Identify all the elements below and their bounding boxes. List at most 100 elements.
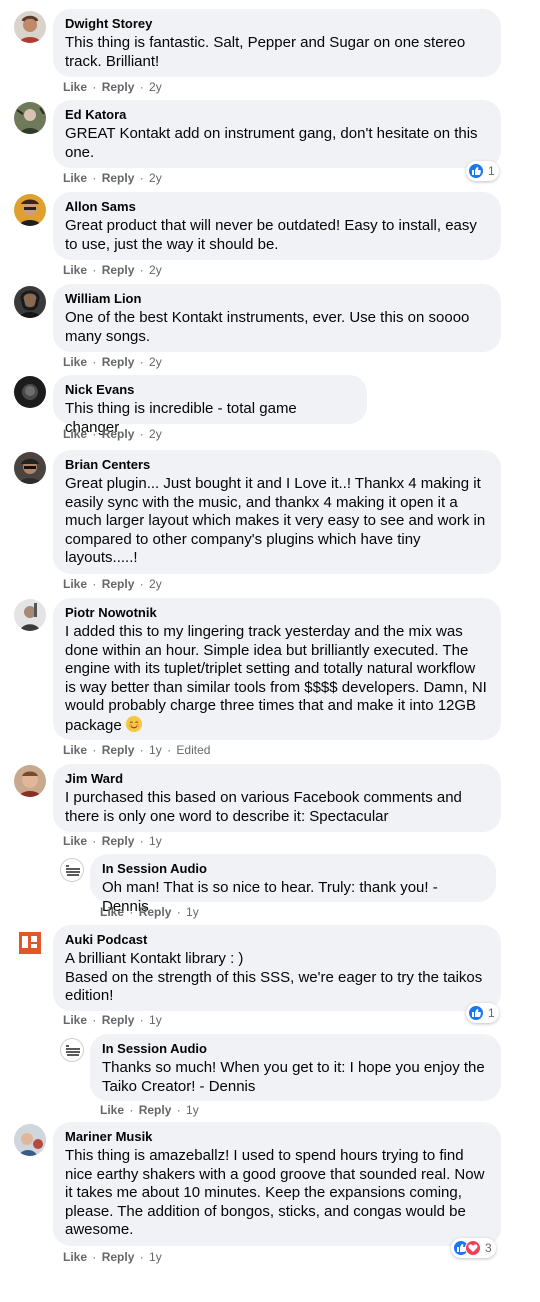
comment-bubble: Auki Podcast A brilliant Kontakt library… xyxy=(53,925,501,1011)
commenter-name[interactable]: Jim Ward xyxy=(65,771,489,787)
timestamp[interactable]: 2y xyxy=(149,355,162,369)
timestamp[interactable]: 1y xyxy=(149,1013,162,1027)
like-link[interactable]: Like xyxy=(63,171,87,185)
comment-actions: Like · Reply · 2y xyxy=(63,577,162,591)
like-link[interactable]: Like xyxy=(63,577,87,591)
commenter-name[interactable]: William Lion xyxy=(65,291,489,307)
reaction-number: 1 xyxy=(488,164,495,178)
avatar[interactable] xyxy=(14,286,46,318)
comment-actions: Like · Reply · 1y · Edited xyxy=(63,743,211,757)
commenter-name[interactable]: In Session Audio xyxy=(102,1041,489,1057)
avatar[interactable] xyxy=(14,376,46,408)
like-link[interactable]: Like xyxy=(100,905,124,919)
comment-bubble: Nick Evans This thing is incredible - to… xyxy=(53,375,367,436)
comment-bubble: William Lion One of the best Kontakt ins… xyxy=(53,284,501,352)
timestamp[interactable]: 2y xyxy=(149,80,162,94)
reply-actions: Like · Reply · 1y xyxy=(100,905,199,919)
commenter-name[interactable]: Piotr Nowotnik xyxy=(65,605,489,621)
comment-actions: Like · Reply · 1y xyxy=(63,834,162,848)
timestamp[interactable]: 2y xyxy=(149,577,162,591)
comment-text: This thing is fantastic. Salt, Pepper an… xyxy=(65,34,466,70)
comment-actions: Like · Reply · 2y xyxy=(63,171,162,185)
avatar[interactable] xyxy=(14,102,46,134)
avatar[interactable] xyxy=(14,11,46,43)
avatar[interactable] xyxy=(14,1124,46,1156)
timestamp[interactable]: 2y xyxy=(149,263,162,277)
reaction-number: 3 xyxy=(485,1241,492,1255)
heart-icon xyxy=(465,1240,481,1256)
comment-text: Great product that will never be outdate… xyxy=(65,217,477,253)
blushing-smile-emoji xyxy=(125,715,142,732)
comment-text-wrap: I added this to my lingering track yeste… xyxy=(65,623,489,735)
avatar[interactable] xyxy=(14,452,46,484)
reply-bubble: In Session Audio Thanks so much! When yo… xyxy=(90,1034,501,1101)
like-link[interactable]: Like xyxy=(100,1103,124,1117)
reply-link[interactable]: Reply xyxy=(102,80,135,94)
like-link[interactable]: Like xyxy=(63,834,87,848)
reaction-count[interactable]: 1 xyxy=(466,1003,499,1023)
comment-actions: Like · Reply · 1y xyxy=(63,1250,162,1264)
commenter-name[interactable]: Dwight Storey xyxy=(65,16,489,32)
timestamp[interactable]: 1y xyxy=(149,743,162,757)
comment-text: One of the best Kontakt instruments, eve… xyxy=(65,309,470,345)
avatar[interactable] xyxy=(14,765,46,797)
commenter-name[interactable]: Brian Centers xyxy=(65,457,489,473)
comment-bubble: Piotr Nowotnik I added this to my linger… xyxy=(53,598,501,740)
comment-bubble: Mariner Musik This thing is amazeballz! … xyxy=(53,1122,501,1246)
timestamp[interactable]: 1y xyxy=(149,1250,162,1264)
commenter-name[interactable]: In Session Audio xyxy=(102,861,484,877)
edited-label[interactable]: Edited xyxy=(176,743,210,757)
reply-link[interactable]: Reply xyxy=(102,834,135,848)
reply-link[interactable]: Reply xyxy=(102,427,135,441)
timestamp[interactable]: 1y xyxy=(186,1103,199,1117)
comment-actions: Like · Reply · 2y xyxy=(63,80,162,94)
comment-bubble: Ed Katora GREAT Kontakt add on instrumen… xyxy=(53,100,501,168)
comment-text: This thing is amazeballz! I used to spen… xyxy=(65,1147,485,1238)
like-link[interactable]: Like xyxy=(63,427,87,441)
reply-link[interactable]: Reply xyxy=(102,577,135,591)
comment-actions: Like · Reply · 2y xyxy=(63,263,162,277)
timestamp[interactable]: 2y xyxy=(149,427,162,441)
reaction-number: 1 xyxy=(488,1006,495,1020)
comment-actions: Like · Reply · 1y xyxy=(63,1013,162,1027)
commenter-name[interactable]: Allon Sams xyxy=(65,199,489,215)
reaction-count[interactable]: 1 xyxy=(466,161,499,181)
reaction-count[interactable]: 3 xyxy=(451,1238,496,1258)
comment-bubble: Jim Ward I purchased this based on vario… xyxy=(53,764,501,832)
commenter-name[interactable]: Auki Podcast xyxy=(65,932,489,948)
like-link[interactable]: Like xyxy=(63,355,87,369)
comment-text: Great plugin... Just bought it and I Lov… xyxy=(65,475,486,566)
avatar[interactable] xyxy=(14,194,46,226)
avatar[interactable] xyxy=(14,599,46,631)
reply-link[interactable]: Reply xyxy=(102,1250,135,1264)
reply-link[interactable]: Reply xyxy=(102,743,135,757)
avatar[interactable] xyxy=(14,927,46,959)
reply-actions: Like · Reply · 1y xyxy=(100,1103,199,1117)
comment-bubble: Dwight Storey This thing is fantastic. S… xyxy=(53,9,501,77)
thumbs-up-icon xyxy=(468,1005,484,1021)
like-link[interactable]: Like xyxy=(63,263,87,277)
reply-link[interactable]: Reply xyxy=(139,1103,172,1117)
reply-link[interactable]: Reply xyxy=(139,905,172,919)
like-link[interactable]: Like xyxy=(63,1013,87,1027)
timestamp[interactable]: 1y xyxy=(149,834,162,848)
commenter-name[interactable]: Nick Evans xyxy=(65,382,355,398)
commenter-name[interactable]: Ed Katora xyxy=(65,107,489,123)
comment-text: A brilliant Kontakt library : ) Based on… xyxy=(65,950,483,1004)
reply-link[interactable]: Reply xyxy=(102,355,135,369)
reply-link[interactable]: Reply xyxy=(102,263,135,277)
page-avatar[interactable] xyxy=(60,858,84,882)
like-link[interactable]: Like xyxy=(63,80,87,94)
reply-link[interactable]: Reply xyxy=(102,1013,135,1027)
like-link[interactable]: Like xyxy=(63,1250,87,1264)
reply-link[interactable]: Reply xyxy=(102,171,135,185)
commenter-name[interactable]: Mariner Musik xyxy=(65,1129,489,1145)
timestamp[interactable]: 1y xyxy=(186,905,199,919)
thumbs-up-icon xyxy=(468,163,484,179)
like-link[interactable]: Like xyxy=(63,743,87,757)
reply-text: Thanks so much! When you get to it: I ho… xyxy=(102,1059,485,1095)
comment-bubble: Allon Sams Great product that will never… xyxy=(53,192,501,260)
page-avatar[interactable] xyxy=(60,1038,84,1062)
comment-bubble: Brian Centers Great plugin... Just bough… xyxy=(53,450,501,574)
timestamp[interactable]: 2y xyxy=(149,171,162,185)
